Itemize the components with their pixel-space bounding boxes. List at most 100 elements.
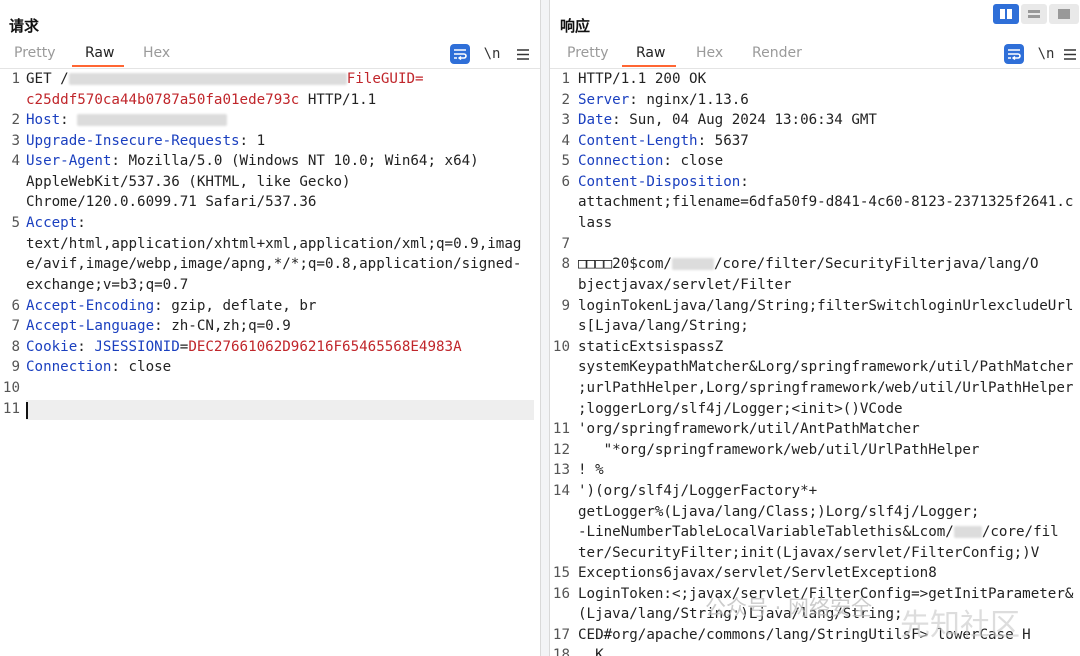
body-line: systemKeypathMatcher&Lorg/springframewor… [578,359,1074,375]
redacted-host [77,114,228,126]
body-line: ;loggerLorg/slf4j/Logger;<init>()VCode [578,401,903,417]
line-number: 5 [561,153,570,169]
line-number: 6 [561,174,570,190]
hamburger-menu-icon[interactable] [513,44,533,64]
newline-toggle-button[interactable]: \n [482,44,502,64]
line-number: 15 [552,565,570,581]
line-number: 11 [2,401,20,417]
header-key: Content-Length [578,133,698,149]
header-line: Content-Disposition: [578,172,749,193]
line-number: 17 [552,627,570,643]
header-line: Accept-Language: zh-CN,zh;q=0.9 [26,316,291,337]
header-continuation: Chrome/120.0.6099.71 Safari/537.36 [26,194,317,210]
active-tab-underline [622,65,676,67]
header-key: Content-Disposition [578,174,741,190]
header-key: Server [578,92,630,108]
line-number: 9 [11,359,20,375]
line-number: 1 [11,71,20,87]
header-line: Date: Sun, 04 Aug 2024 13:06:34 GMT [578,110,877,131]
header-line: Host: [26,110,228,131]
redacted-path [68,73,347,85]
header-value: : 5637 [697,133,749,149]
body-line: ;urlPathHelper,Lorg/springframework/web/… [578,380,1074,396]
body-line: staticExtsispassZ [578,339,724,355]
side-by-side-layout-icon[interactable] [993,4,1019,24]
line-number: 2 [561,92,570,108]
cookie-name: JSESSIONID [94,339,180,355]
line-number: 16 [552,586,570,602]
line-number: 8 [11,339,20,355]
body-line: ter/SecurityFilter;init(Ljavax/servlet/F… [578,545,1040,561]
header-key: Connection [578,153,664,169]
header-line: Content-Length: 5637 [578,131,749,152]
tab-hex[interactable]: Hex [696,45,723,61]
tab-pretty[interactable]: Pretty [14,45,56,61]
wrap-lines-icon[interactable] [450,44,470,64]
header-line: Server: nginx/1.13.6 [578,90,749,111]
line-number: 9 [561,298,570,314]
tab-raw[interactable]: Raw [85,45,114,61]
body-line: 'org/springframework/util/AntPathMatcher [578,421,920,437]
request-param-key: FileGUID= [346,71,424,87]
single-pane-layout-icon[interactable] [1049,4,1079,24]
line-number: 7 [561,236,570,252]
request-line-text: GET / [26,71,69,87]
line-number: 11 [552,421,570,437]
tab-render[interactable]: Render [752,45,802,61]
current-line-highlight [26,400,534,420]
header-key: Upgrade-Insecure-Requests [26,133,240,149]
body-line: K [578,647,604,656]
request-param-value: c25ddf570ca44b0787a50fa01ede793c [26,92,300,108]
header-value: : 1 [239,133,266,149]
line-number: 14 [552,483,570,499]
header-value: : zh-CN,zh;q=0.9 [154,318,291,334]
header-value: : Sun, 04 Aug 2024 13:06:34 GMT [612,112,877,128]
body-line: s[Ljava/lang/String; [578,318,749,334]
request-tabs: Pretty Raw Hex \n [0,42,540,67]
watermark-text: 公众号 · 网络安全 [705,596,873,620]
redacted-package [671,258,714,270]
stacked-layout-icon[interactable] [1021,4,1047,24]
header-line: Cookie: JSESSIONID=DEC27661062D96216F654… [26,337,462,358]
header-line: Connection: close [26,357,171,378]
active-tab-underline [72,65,124,67]
tab-pretty[interactable]: Pretty [567,45,609,61]
request-title: 请求 [9,17,40,35]
request-protocol: HTTP/1.1 [299,92,377,108]
wrap-lines-icon[interactable] [1004,44,1024,64]
request-line: GET / FileGUID= [26,69,424,90]
tab-raw[interactable]: Raw [636,45,665,61]
header-sep: : [77,339,95,355]
response-pane: 响应 Pretty Raw Hex Render \n 1 2 3 4 5 6 … [550,0,1080,656]
line-number: 7 [11,318,20,334]
body-line: loginTokenLjava/lang/String;filterSwitch… [578,298,1074,314]
header-continuation: text/html,application/xhtml+xml,applicat… [26,236,522,252]
tab-hex[interactable]: Hex [143,45,170,61]
request-pane: 请求 Pretty Raw Hex \n 1 2 3 4 5 6 7 8 9 1… [0,0,540,656]
header-key: Accept-Encoding [26,298,155,314]
header-key: Date [578,112,613,128]
header-continuation: attachment;filename=6dfa50f9-d841-4c60-8… [578,194,1074,210]
pane-divider[interactable] [540,0,550,656]
layout-toggle [993,4,1079,24]
header-value: : Mozilla/5.0 (Windows NT 10.0; Win64; x… [111,153,479,169]
newline-toggle-button[interactable]: \n [1036,44,1056,64]
header-key: Accept [26,215,78,231]
header-value: : nginx/1.13.6 [629,92,749,108]
text-caret [26,402,28,419]
header-key: Cookie [26,339,78,355]
response-title: 响应 [560,17,591,35]
line-number: 5 [11,215,20,231]
line-number: 10 [2,380,20,396]
cookie-value: DEC27661062D96216F65465568E4983A [188,339,462,355]
header-value: : close [663,153,724,169]
hamburger-menu-icon[interactable] [1060,44,1080,64]
header-line: User-Agent: Mozilla/5.0 (Windows NT 10.0… [26,151,479,172]
line-number: 3 [11,133,20,149]
header-continuation: lass [578,215,613,231]
line-number: 12 [552,442,570,458]
line-number: 10 [552,339,570,355]
header-value: : [740,174,749,190]
body-line: -LineNumberTableLocalVariableTablethis&L… [578,522,1059,543]
header-continuation: exchange;v=b3;q=0.7 [26,277,189,293]
